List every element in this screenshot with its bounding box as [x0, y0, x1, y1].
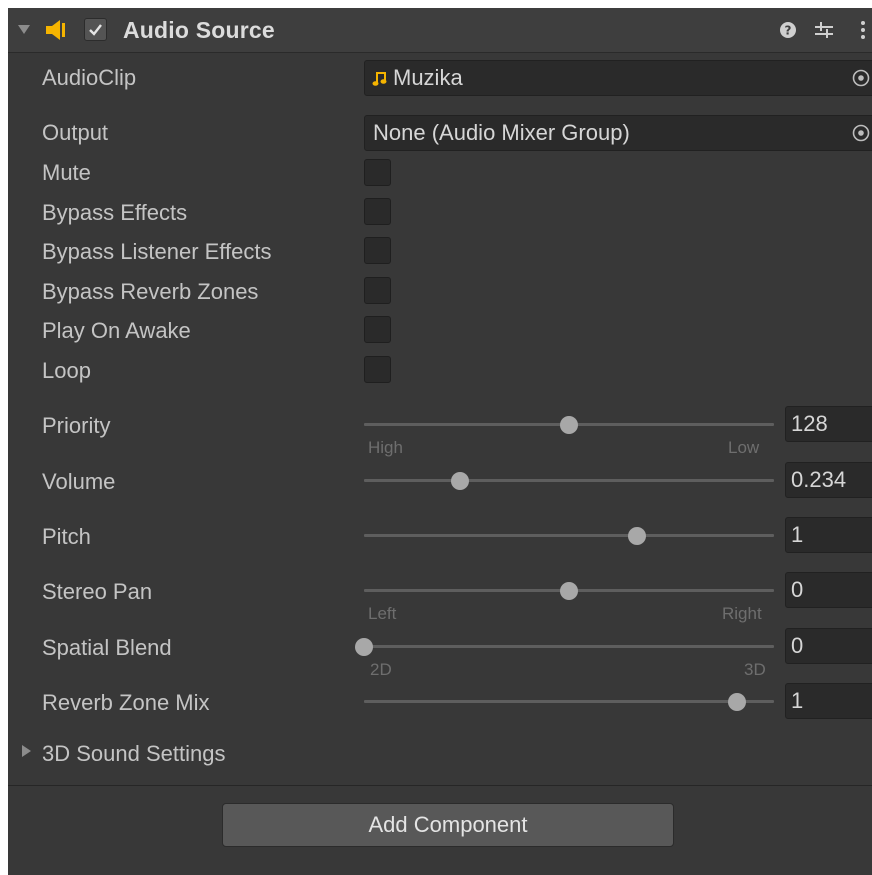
audio-clip-value: Muzika: [393, 65, 463, 90]
output-field[interactable]: None (Audio Mixer Group): [364, 115, 872, 151]
play-on-awake-checkbox[interactable]: [364, 316, 391, 343]
volume-input[interactable]: 0.234: [785, 462, 872, 498]
bypass-listener-effects-checkbox[interactable]: [364, 237, 391, 264]
divider: [8, 785, 872, 786]
stereo-pan-label: Stereo Pan: [42, 579, 153, 604]
volume-slider-thumb[interactable]: [450, 471, 469, 490]
pitch-slider-track[interactable]: [364, 534, 774, 537]
bypass-effects-label: Bypass Effects: [42, 200, 188, 225]
spatial-blend-max-label: 3D: [744, 660, 766, 679]
reverb-zone-mix-value: 1: [791, 688, 804, 713]
audio-clip-field[interactable]: Muzika: [364, 60, 872, 96]
loop-checkbox[interactable]: [364, 356, 391, 383]
component-title: Audio Source: [123, 17, 275, 43]
volume-value: 0.234: [791, 467, 847, 492]
spatial-blend-min-label: 2D: [370, 660, 392, 679]
stereo-pan-value: 0: [791, 577, 804, 602]
svg-text:?: ?: [785, 24, 792, 38]
stereo-pan-input[interactable]: 0: [785, 572, 872, 608]
help-icon[interactable]: ?: [776, 18, 800, 42]
presets-icon[interactable]: [812, 18, 836, 42]
reverb-zone-mix-slider-track[interactable]: [364, 700, 774, 703]
bypass-reverb-zones-label: Bypass Reverb Zones: [42, 279, 259, 304]
priority-label: Priority: [42, 413, 111, 438]
spatial-blend-label: Spatial Blend: [42, 635, 172, 660]
component-header[interactable]: Audio Source ?: [8, 8, 872, 53]
component-enable-checkbox[interactable]: [84, 18, 107, 41]
output-label: Output: [42, 120, 109, 145]
pitch-label: Pitch: [42, 524, 91, 549]
music-note-icon: [372, 72, 387, 86]
audio-clip-label: AudioClip: [42, 65, 137, 90]
bypass-reverb-zones-checkbox[interactable]: [364, 277, 391, 304]
spatial-blend-value: 0: [791, 633, 804, 658]
bypass-listener-effects-label: Bypass Listener Effects: [42, 239, 272, 264]
3d-sound-settings-foldout[interactable]: 3D Sound Settings: [42, 741, 225, 767]
reverb-zone-mix-input[interactable]: 1: [785, 683, 872, 719]
pitch-input[interactable]: 1: [785, 517, 872, 553]
priority-value: 128: [791, 411, 828, 436]
pitch-value: 1: [791, 522, 804, 547]
priority-input[interactable]: 128: [785, 406, 872, 442]
pitch-slider-thumb[interactable]: [628, 526, 647, 545]
object-picker-icon[interactable]: [851, 123, 871, 143]
add-component-button[interactable]: Add Component: [222, 803, 674, 847]
audio-source-inspector: Audio Source ? AudioClip Muzika Output N…: [8, 8, 872, 875]
reverb-zone-mix-label: Reverb Zone Mix: [42, 690, 210, 715]
object-picker-icon[interactable]: [851, 68, 871, 88]
stereo-pan-slider-thumb[interactable]: [560, 581, 578, 600]
priority-max-label: Low: [728, 438, 760, 457]
loop-label: Loop: [42, 358, 91, 383]
mute-checkbox[interactable]: [364, 159, 391, 186]
bypass-effects-checkbox[interactable]: [364, 198, 391, 225]
mute-label: Mute: [42, 160, 91, 185]
spatial-blend-input[interactable]: 0: [785, 628, 872, 664]
output-value: None (Audio Mixer Group): [373, 120, 630, 145]
foldout-arrow-icon[interactable]: [18, 25, 30, 34]
play-on-awake-label: Play On Awake: [42, 318, 191, 343]
priority-slider-thumb[interactable]: [560, 415, 578, 434]
more-icon[interactable]: [851, 18, 872, 42]
stereo-pan-max-label: Right: [722, 604, 762, 623]
foldout-arrow-icon[interactable]: [22, 745, 31, 757]
stereo-pan-min-label: Left: [368, 604, 397, 623]
audio-source-icon: [46, 20, 65, 40]
volume-slider-track[interactable]: [364, 479, 774, 482]
checkmark-icon: [89, 24, 102, 36]
priority-min-label: High: [368, 438, 403, 457]
spatial-blend-slider-thumb[interactable]: [355, 637, 373, 656]
volume-label: Volume: [42, 469, 116, 494]
spatial-blend-slider-track[interactable]: [364, 645, 774, 648]
reverb-zone-mix-slider-thumb[interactable]: [727, 692, 746, 711]
